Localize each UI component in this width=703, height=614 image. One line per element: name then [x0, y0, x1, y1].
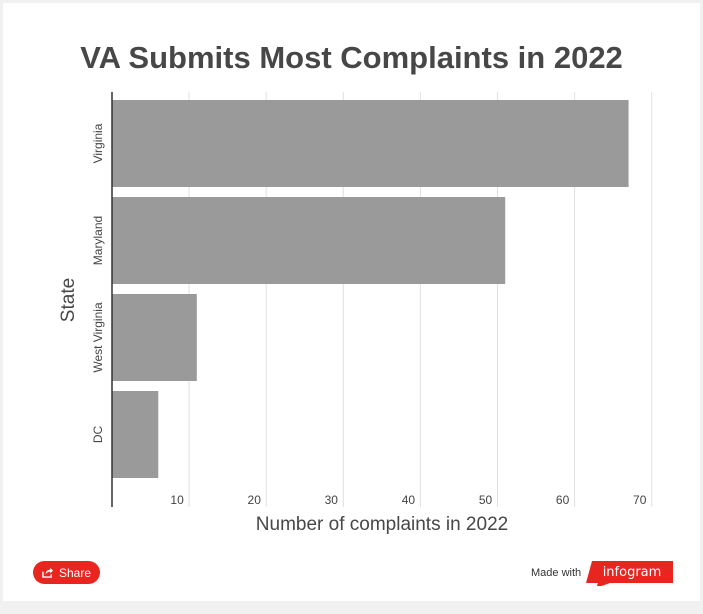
made-with-text: Made with	[531, 567, 582, 579]
brand-label: infogram	[602, 565, 662, 580]
bar[interactable]	[112, 391, 159, 478]
bar[interactable]	[112, 294, 197, 381]
x-tick-label: 10	[170, 493, 184, 507]
bar[interactable]	[112, 100, 629, 187]
category-label: DC	[91, 426, 105, 444]
x-tick-label: 60	[556, 493, 570, 507]
bar[interactable]	[112, 197, 506, 284]
x-tick-label: 70	[633, 493, 647, 507]
share-icon	[42, 567, 53, 578]
x-axis-title: Number of complaints in 2022	[255, 514, 509, 535]
y-axis-title: State	[58, 277, 79, 323]
x-tick-label: 20	[248, 493, 262, 507]
category-label: West Virginia	[91, 302, 105, 373]
x-tick-label: 30	[325, 493, 339, 507]
share-button[interactable]: Share	[33, 561, 100, 584]
x-tick-label: 40	[402, 493, 416, 507]
share-label: Share	[58, 565, 92, 580]
category-label: Virginia	[91, 123, 105, 163]
x-tick-label: 50	[479, 493, 493, 507]
category-label: Maryland	[91, 216, 105, 265]
